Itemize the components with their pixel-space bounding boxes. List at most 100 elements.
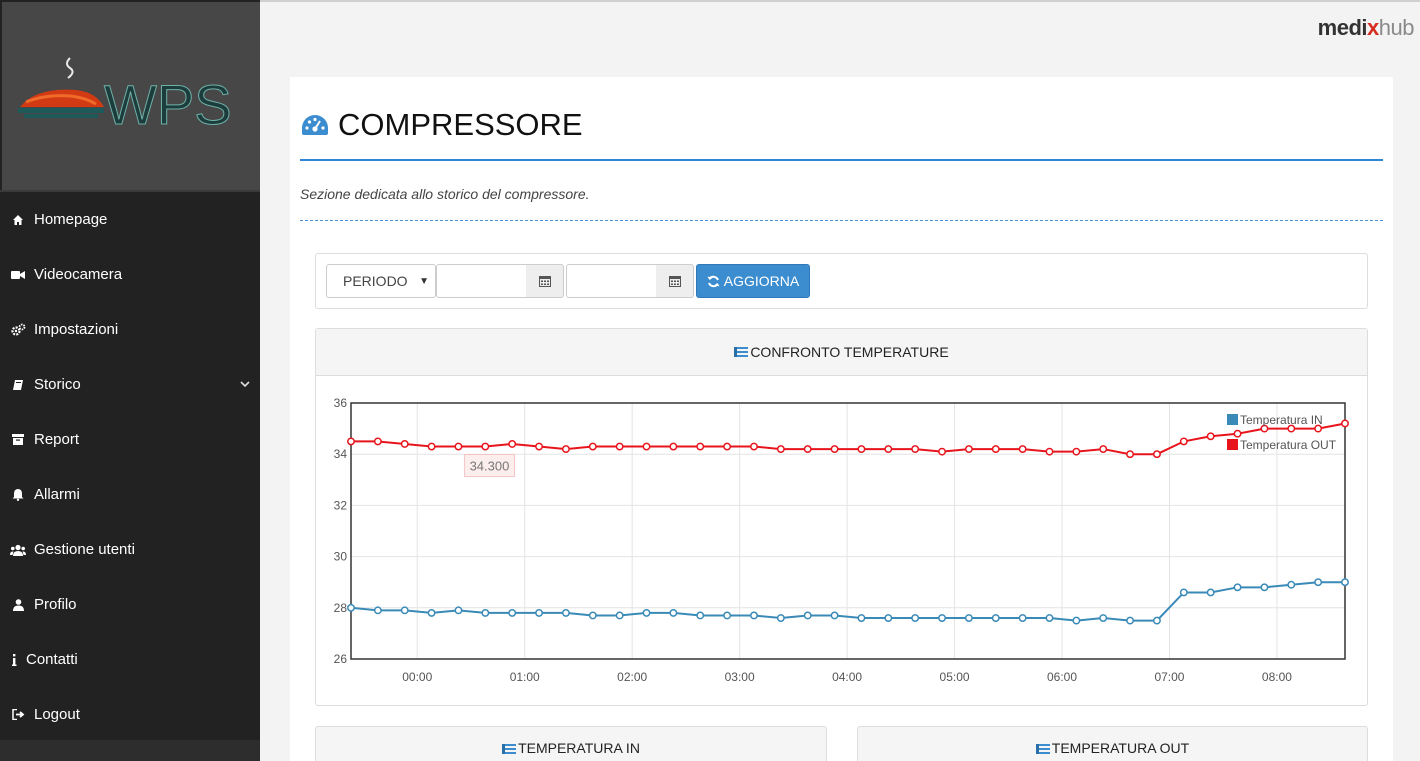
comparison-chart-panel: CONFRONTO TEMPERATURE 26 28 30 32 34 36 00:00 0…	[315, 328, 1368, 706]
sidebar: WPS Homepage Videocamera Impostazioni St…	[0, 0, 260, 761]
main-panel: COMPRESSORE Sezione dedicata allo storic…	[290, 77, 1393, 761]
sidebar-item-homepage[interactable]: Homepage	[0, 192, 260, 247]
period-select-value: PERIODO	[343, 273, 408, 289]
sidebar-item-label: Report	[34, 431, 80, 448]
sidebar-item-impostazioni[interactable]: Impostazioni	[0, 302, 260, 357]
sidebar-item-gestione-utenti[interactable]: Gestione utenti	[0, 522, 260, 577]
data-point	[373, 606, 382, 615]
legend-label: Temperatura IN	[1240, 413, 1323, 427]
home-icon	[10, 212, 26, 228]
data-point	[696, 442, 705, 451]
brand-part-3: hub	[1378, 15, 1415, 40]
sidebar-item-label: Contatti	[26, 651, 78, 668]
data-point	[911, 445, 920, 454]
data-point	[1152, 616, 1161, 625]
date-from-calendar-button[interactable]	[526, 264, 564, 298]
info-icon	[10, 652, 18, 668]
data-point	[454, 442, 463, 451]
sidebar-item-label: Storico	[34, 376, 81, 393]
sidebar-item-logout[interactable]: Logout	[0, 687, 260, 742]
data-point	[964, 445, 973, 454]
data-point	[373, 437, 382, 446]
sidebar-nav: Homepage Videocamera Impostazioni Storic…	[0, 192, 260, 742]
sidebar-item-label: Videocamera	[34, 266, 123, 283]
data-point	[508, 440, 517, 448]
logo: WPS	[2, 2, 260, 190]
sidebar-item-profilo[interactable]: Profilo	[0, 577, 260, 632]
period-select[interactable]: PERIODO ▼	[326, 264, 436, 298]
top-border	[260, 0, 1420, 2]
plot-background	[351, 403, 1345, 659]
wps-logo-icon: WPS	[18, 57, 232, 132]
user-icon	[10, 597, 26, 613]
data-point	[454, 606, 463, 615]
y-tick-label: 34	[334, 447, 348, 461]
x-tick-label: 00:00	[402, 670, 432, 684]
section-divider	[300, 220, 1383, 221]
data-point	[1099, 614, 1108, 622]
temperature-out-title: TEMPERATURA OUT	[1051, 740, 1190, 756]
list-icon	[502, 744, 517, 754]
data-point	[481, 442, 490, 451]
date-to-input[interactable]	[566, 264, 658, 298]
data-point	[535, 442, 544, 451]
data-point	[347, 437, 355, 446]
title-underline	[300, 159, 1383, 161]
x-tick-label: 03:00	[725, 670, 755, 684]
data-point	[1072, 616, 1081, 625]
data-point	[1018, 445, 1027, 454]
data-point	[723, 611, 732, 620]
data-point	[615, 611, 624, 620]
x-tick-label: 08:00	[1262, 670, 1292, 684]
data-point	[884, 614, 893, 622]
data-point	[400, 606, 409, 615]
data-point	[642, 608, 651, 617]
temperature-out-panel: TEMPERATURA OUT	[857, 726, 1368, 761]
sidebar-item-videocamera[interactable]: Videocamera	[0, 247, 260, 302]
data-point	[750, 442, 758, 451]
sidebar-item-label: Gestione utenti	[34, 541, 135, 558]
list-icon	[734, 347, 749, 357]
video-camera-icon	[10, 267, 26, 283]
users-icon	[10, 542, 26, 558]
data-point	[830, 445, 839, 454]
sidebar-item-label: Homepage	[34, 211, 108, 228]
x-tick-label: 07:00	[1154, 670, 1184, 684]
refresh-icon	[707, 275, 720, 287]
tooltip-value: 34.300	[470, 459, 510, 474]
filter-bar: PERIODO ▼ AGGIORNA	[315, 253, 1368, 309]
date-to-calendar-button[interactable]	[656, 264, 694, 298]
data-point	[615, 442, 624, 451]
data-point	[857, 445, 866, 454]
sidebar-item-allarmi[interactable]: Allarmi	[0, 467, 260, 522]
data-point	[723, 442, 732, 451]
sidebar-item-label: Impostazioni	[34, 321, 119, 338]
data-point	[1206, 432, 1215, 441]
data-point	[1206, 588, 1215, 597]
x-tick-label: 02:00	[617, 670, 647, 684]
data-point	[1233, 429, 1242, 438]
chevron-down-icon[interactable]	[240, 375, 250, 392]
data-point	[1152, 450, 1161, 459]
update-button[interactable]: AGGIORNA	[696, 264, 810, 298]
x-tick-label: 04:00	[832, 670, 862, 684]
x-tick-label: 05:00	[940, 670, 970, 684]
sidebar-item-contatti[interactable]: Contatti	[0, 632, 260, 687]
legend-swatch	[1227, 414, 1238, 425]
data-point	[561, 445, 570, 454]
data-point	[938, 614, 946, 622]
sidebar-item-storico[interactable]: Storico	[0, 357, 260, 412]
data-point	[427, 608, 436, 617]
x-tick-label: 06:00	[1047, 670, 1077, 684]
page-title-text: COMPRESSORE	[338, 107, 583, 142]
sidebar-item-report[interactable]: Report	[0, 412, 260, 467]
data-point	[1233, 583, 1242, 592]
brand-part-2: x	[1367, 15, 1379, 40]
data-point	[1099, 445, 1108, 454]
temperature-line-chart[interactable]: 26 28 30 32 34 36 00:00 01:00 02:00 03:00 04:00 05:…	[316, 376, 1367, 706]
page-subtitle: Sezione dedicata allo storico del compre…	[300, 186, 590, 202]
date-from-input[interactable]	[436, 264, 528, 298]
select-caret-icon: ▼	[419, 276, 429, 287]
data-point	[400, 440, 409, 448]
legend-swatch	[1227, 439, 1238, 450]
